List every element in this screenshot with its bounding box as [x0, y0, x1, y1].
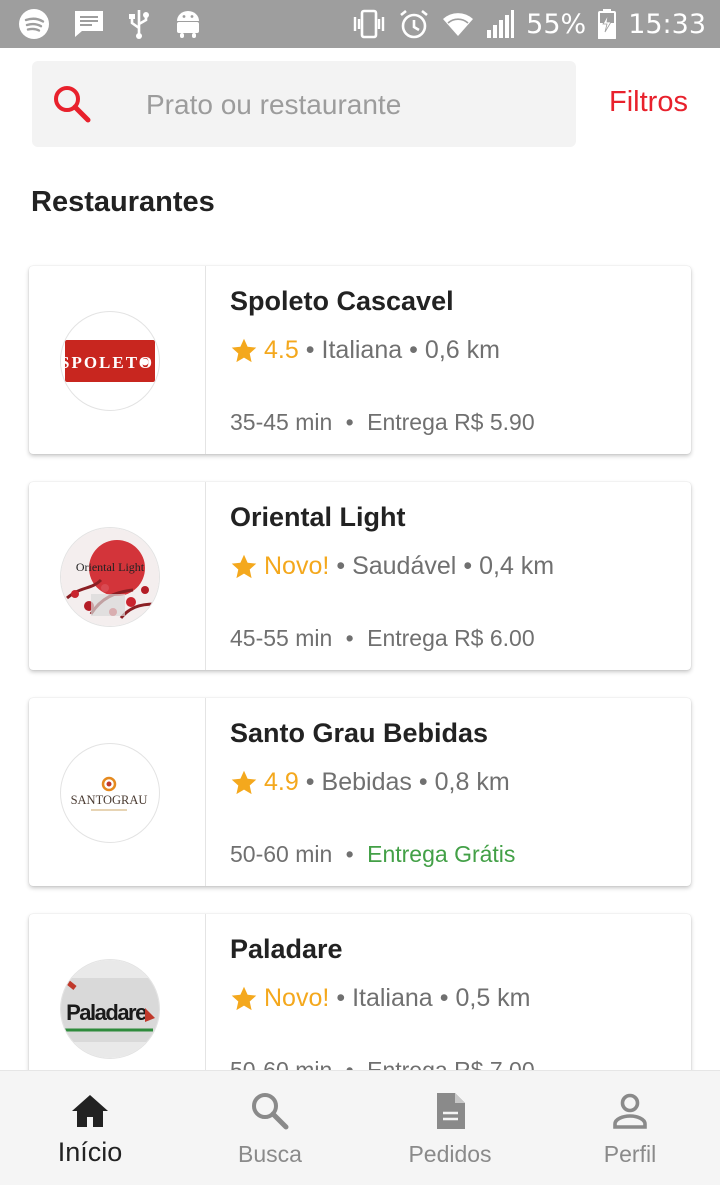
search-icon [52, 84, 92, 124]
delivery-info: 35-45 min • Entrega R$ 5.90 [230, 409, 535, 435]
search-input[interactable] [144, 79, 568, 131]
rating: 4.9 [264, 768, 299, 796]
delivery-info: 50-60 min • Entrega R$ 7.00 [230, 1057, 535, 1070]
nav-label: Perfil [603, 1141, 657, 1167]
restaurant-list[interactable]: Filtros Restaurantes SPOLETO Spoleto Cas… [0, 0, 720, 1070]
logo-text: Paladare [66, 1000, 147, 1025]
restaurant-card[interactable]: Paladare Paladare Novo! • Italiana • 0,5… [29, 914, 691, 1070]
rating: 4.5 [264, 336, 299, 364]
search-icon [252, 1093, 289, 1130]
star-icon [231, 770, 257, 794]
restaurant-card[interactable]: SPOLETO Spoleto Cascavel 4.5 • Italiana … [29, 266, 691, 454]
restaurant-name: Paladare [230, 934, 343, 964]
restaurant-logo: Paladare [60, 959, 160, 1059]
restaurant-logo: Oriental Light [60, 527, 160, 627]
restaurant-name: Oriental Light [230, 502, 406, 532]
restaurant-name: Santo Grau Bebidas [230, 718, 489, 748]
cuisine: Italiana [352, 984, 433, 1012]
nav-item-busca[interactable]: Busca [180, 1071, 360, 1185]
logo-text: SPOLETO [61, 353, 154, 372]
delivery-info: 45-55 min • Entrega R$ 6.00 [230, 625, 535, 651]
document-icon [437, 1093, 465, 1129]
star-icon [231, 338, 257, 362]
delivery-fee: Entrega R$ 6.00 [367, 625, 535, 651]
cuisine: Italiana [321, 336, 403, 364]
distance: 0,8 km [434, 768, 510, 796]
delivery-fee: Entrega R$ 5.90 [367, 409, 535, 435]
delivery-info: 50-60 min • Entrega Grátis [230, 841, 516, 867]
logo-column: SPOLETO [29, 266, 206, 454]
restaurant-logo: SANTOGRAU [60, 743, 160, 843]
delivery-time: 50-60 min [230, 1057, 333, 1070]
home-icon [72, 1095, 108, 1127]
nav-label: Início [57, 1137, 123, 1167]
delivery-time: 35-45 min [230, 409, 333, 435]
logo-text: SANTOGRAU [71, 793, 148, 807]
filters-button[interactable]: Filtros [609, 86, 688, 119]
section-title: Restaurantes [31, 186, 215, 218]
person-icon [613, 1093, 647, 1129]
nav-item-pedidos[interactable]: Pedidos [360, 1071, 540, 1185]
restaurant-meta: Novo! • Saudável • 0,4 km [230, 552, 554, 581]
distance: 0,5 km [455, 984, 531, 1012]
distance: 0,6 km [424, 336, 500, 364]
restaurant-meta: Novo! • Italiana • 0,5 km [230, 984, 531, 1013]
logo-column: Paladare [29, 914, 206, 1070]
logo-text: Oriental Light [76, 560, 145, 574]
logo-column: SANTOGRAU [29, 698, 206, 886]
rating: Novo! [264, 984, 330, 1012]
restaurant-card[interactable]: Oriental Light Oriental Light Novo! • Sa… [29, 482, 691, 670]
nav-label: Pedidos [408, 1141, 492, 1167]
delivery-fee: Entrega Grátis [367, 841, 516, 867]
delivery-time: 50-60 min [230, 841, 333, 867]
restaurant-meta: 4.5 • Italiana • 0,6 km [230, 336, 500, 365]
nav-item-inicio[interactable]: Início [0, 1071, 180, 1185]
logo-column: Oriental Light [29, 482, 206, 670]
delivery-time: 45-55 min [230, 625, 333, 651]
bottom-navigation: Início Busca Pedidos Perfil [0, 1070, 720, 1185]
restaurant-name: Spoleto Cascavel [230, 286, 454, 316]
star-icon [231, 986, 257, 1010]
delivery-fee: Entrega R$ 7.00 [367, 1057, 535, 1070]
distance: 0,4 km [479, 552, 555, 580]
restaurant-card[interactable]: SANTOGRAU Santo Grau Bebidas 4.9 • Bebid… [29, 698, 691, 886]
rating: Novo! [264, 552, 330, 580]
restaurant-meta: 4.9 • Bebidas • 0,8 km [230, 768, 510, 797]
cuisine: Bebidas [321, 768, 412, 796]
nav-item-perfil[interactable]: Perfil [540, 1071, 720, 1185]
cuisine: Saudável [352, 552, 457, 580]
star-icon [231, 554, 257, 578]
nav-label: Busca [238, 1141, 302, 1167]
restaurant-logo: SPOLETO [60, 311, 160, 411]
